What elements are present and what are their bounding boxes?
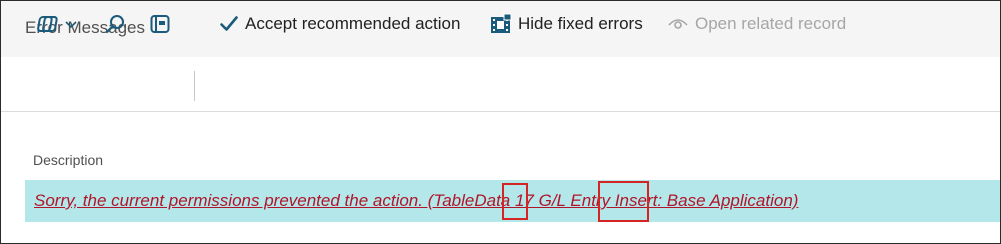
accept-recommended-action-button[interactable]: Accept recommended action [219,11,460,37]
open-related-record-label: Open related record [695,14,847,33]
chevron-down-icon [63,16,79,32]
highlight-box-table-number [502,183,528,220]
open-related-record-button: Open related record [667,11,846,37]
hide-fixed-errors-label: Hide fixed errors [518,14,643,33]
accept-recommended-action-label: Accept recommended action [245,14,461,33]
checkmark-icon [219,14,239,34]
hide-fixed-errors-button[interactable]: Hide fixed errors [490,11,643,37]
error-description-link[interactable]: Sorry, the current permissions prevented… [34,191,798,211]
view-switch-button[interactable] [37,11,79,37]
filter-pane-button[interactable] [149,11,171,37]
eye-icon [667,13,689,35]
search-icon [104,13,126,35]
toolbar-divider [194,71,195,101]
column-header-description[interactable]: Description [33,152,103,168]
filter-pane-icon [149,13,171,35]
view-switch-icon [37,12,61,36]
search-button[interactable] [104,11,126,37]
highlight-box-permission-type [598,181,649,222]
error-messages-window: Error Messages Accept recommended action… [0,0,1001,244]
action-bar [1,65,1000,112]
film-strip-icon [490,13,512,35]
